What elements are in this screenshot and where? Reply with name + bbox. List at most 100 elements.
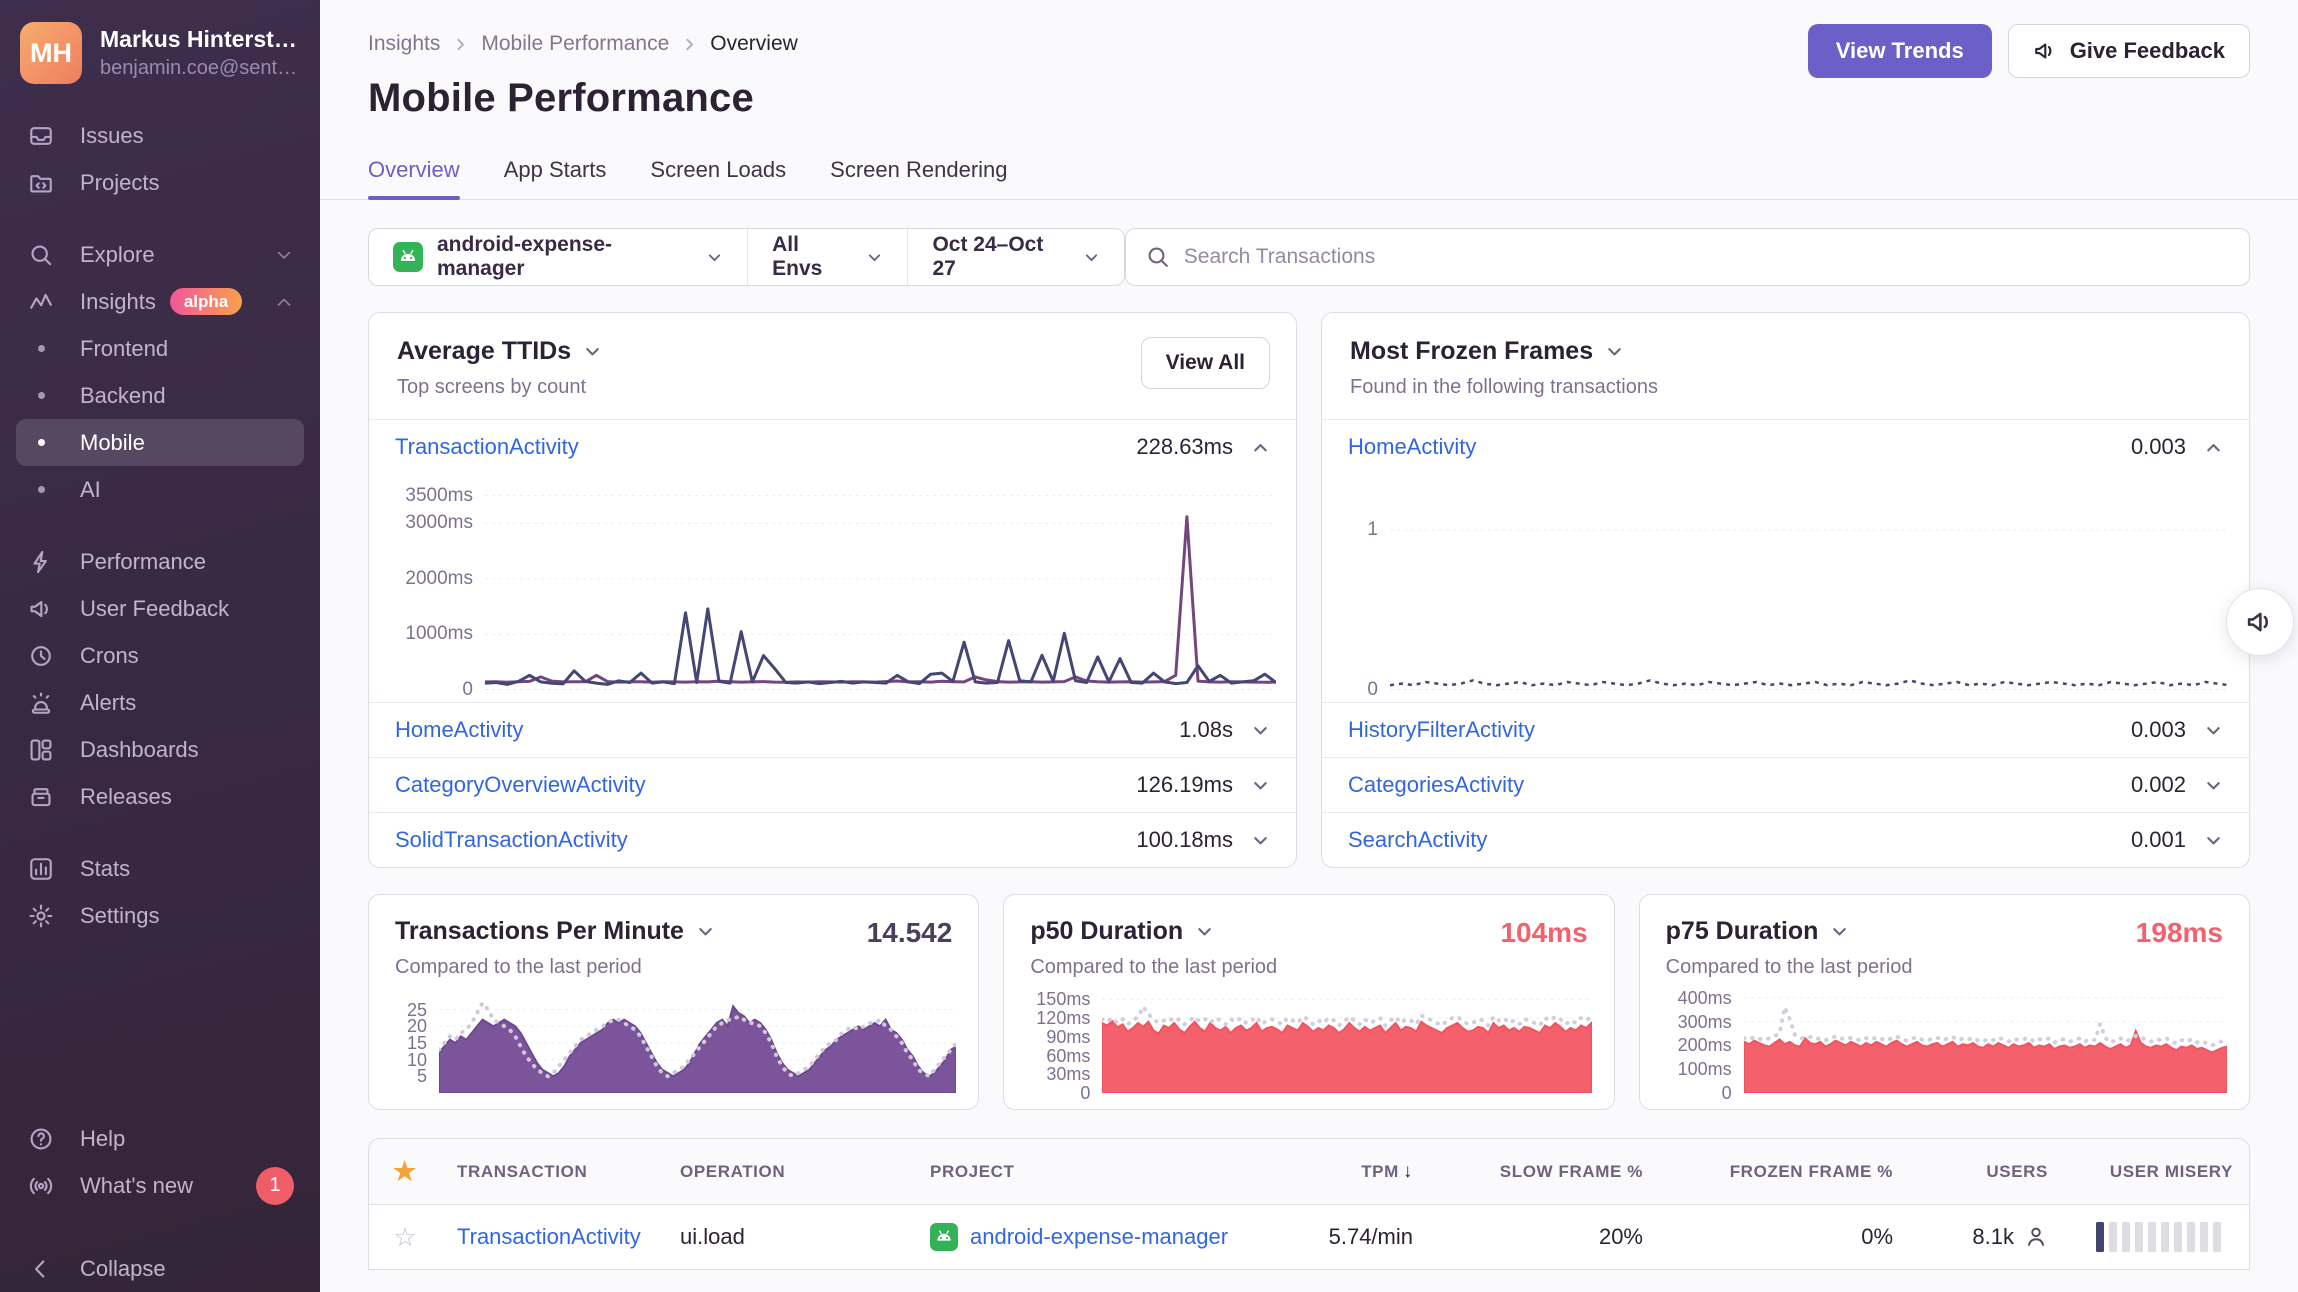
chevron-down-icon[interactable] (2204, 831, 2223, 850)
sidebar-item-label: Performance (80, 549, 206, 575)
sidebar-item-collapse[interactable]: Collapse (16, 1245, 304, 1292)
screen-value: 0.003 (2131, 717, 2186, 743)
sidebar-item-label: Issues (80, 123, 144, 149)
sidebar-item-label: Mobile (80, 430, 145, 456)
screen-link[interactable]: SearchActivity (1348, 827, 1487, 853)
sidebar-item-ai[interactable]: AI (16, 466, 304, 513)
give-feedback-button[interactable]: Give Feedback (2008, 24, 2250, 78)
column-header-operation[interactable]: OPERATION (664, 1162, 914, 1182)
average-ttids-panel: Average TTIDs Top screens by count View … (368, 312, 1297, 868)
user-email: benjamin.coe@sent… (100, 57, 297, 80)
screen-row: SearchActivity 0.001 (1322, 812, 2249, 867)
column-header-user-misery[interactable]: USER MISERY (2064, 1162, 2249, 1182)
sidebar-item-help[interactable]: Help (16, 1115, 304, 1162)
tab-app-starts[interactable]: App Starts (504, 157, 607, 199)
sidebar-item-issues[interactable]: Issues (16, 112, 304, 159)
sidebar-item-explore[interactable]: Explore (16, 231, 304, 278)
column-header-tpm[interactable]: TPM↓ (1264, 1161, 1429, 1183)
sidebar-item-label: Projects (80, 170, 159, 196)
tab-overview[interactable]: Overview (368, 157, 460, 199)
screen-link[interactable]: CategoryOverviewActivity (395, 772, 646, 798)
frozen-frame-cell: 0% (1659, 1224, 1909, 1250)
sidebar-nav: Issues Projects ExploreInsightsalphaFronte… (0, 108, 320, 1115)
p50-title[interactable]: p50 Duration (1030, 917, 1277, 946)
feedback-fab[interactable] (2226, 588, 2294, 656)
frozen-rows: HistoryFilterActivity 0.003 CategoriesAc… (1322, 702, 2249, 867)
screen-link[interactable]: HomeActivity (1348, 434, 1476, 460)
view-trends-button[interactable]: View Trends (1808, 24, 1992, 78)
screen-link[interactable]: SolidTransactionActivity (395, 827, 628, 853)
sidebar-item-label: Help (80, 1126, 125, 1152)
sidebar-item-label: AI (80, 477, 101, 503)
panel-title-label: p75 Duration (1666, 917, 1819, 946)
column-header-project[interactable]: PROJECT (914, 1162, 1264, 1182)
metric-panels: Transactions Per Minute Compared to the … (368, 894, 2250, 1110)
user-meta: Markus Hinterst… benjamin.coe@sent… (100, 26, 297, 80)
column-header-frozen-frame[interactable]: FROZEN FRAME % (1659, 1162, 1909, 1182)
alerts-icon (28, 690, 54, 716)
date-range-filter[interactable]: Oct 24–Oct 27 (907, 229, 1123, 285)
sidebar-item-settings[interactable]: Settings (16, 892, 304, 939)
sidebar-item-frontend[interactable]: Frontend (16, 325, 304, 372)
user-menu[interactable]: MH Markus Hinterst… benjamin.coe@sent… (0, 0, 320, 108)
tpm-title[interactable]: Transactions Per Minute (395, 917, 715, 946)
sidebar-item-stats[interactable]: Stats (16, 845, 304, 892)
p75-title[interactable]: p75 Duration (1666, 917, 1913, 946)
screen-link[interactable]: TransactionActivity (395, 434, 579, 460)
chevron-down-icon[interactable] (1251, 721, 1270, 740)
tab-screen-rendering[interactable]: Screen Rendering (830, 157, 1007, 199)
chevron-up-icon[interactable] (2204, 438, 2223, 457)
top-panels: Average TTIDs Top screens by count View … (368, 312, 2250, 868)
sidebar-item-what-s-new[interactable]: What's new1 (16, 1162, 304, 1209)
search-input[interactable] (1184, 245, 2229, 269)
sidebar: MH Markus Hinterst… benjamin.coe@sent… I… (0, 0, 320, 1292)
view-all-button[interactable]: View All (1141, 337, 1270, 389)
sidebar-item-mobile[interactable]: Mobile (16, 419, 304, 466)
project-link[interactable]: android-expense-manager (914, 1223, 1264, 1251)
sidebar-item-alerts[interactable]: Alerts (16, 679, 304, 726)
ttid-chart: 3500ms3000ms2000ms1000ms0 (369, 474, 1296, 702)
screen-link[interactable]: HistoryFilterActivity (1348, 717, 1535, 743)
sidebar-item-user-feedback[interactable]: User Feedback (16, 585, 304, 632)
sidebar-item-crons[interactable]: Crons (16, 632, 304, 679)
transactions-table: ★TRANSACTIONOPERATIONPROJECTTPM↓SLOW FRA… (368, 1138, 2250, 1270)
page-header: Insights Mobile Performance Overview Vie… (320, 0, 2298, 121)
breadcrumb-overview: Overview (710, 32, 798, 56)
chevron-down-icon (1195, 922, 1214, 941)
star-outline-icon[interactable]: ☆ (369, 1222, 441, 1253)
breadcrumb-mobile-performance[interactable]: Mobile Performance (481, 32, 669, 56)
releases-icon (28, 784, 54, 810)
chevron-up-icon[interactable] (1251, 438, 1270, 457)
sidebar-item-dashboards[interactable]: Dashboards (16, 726, 304, 773)
screen-link[interactable]: CategoriesActivity (1348, 772, 1524, 798)
chevron-down-icon[interactable] (1251, 831, 1270, 850)
sidebar-item-performance[interactable]: Performance (16, 538, 304, 585)
sidebar-item-projects[interactable]: Projects (16, 159, 304, 206)
sidebar-item-backend[interactable]: Backend (16, 372, 304, 419)
screen-link[interactable]: HomeActivity (395, 717, 523, 743)
column-header-slow-frame[interactable]: SLOW FRAME % (1429, 1162, 1659, 1182)
column-header-users[interactable]: USERS (1909, 1162, 2064, 1182)
panel-subtitle: Compared to the last period (1030, 956, 1277, 979)
project-filter[interactable]: android-expense-manager (369, 229, 747, 285)
help-icon (28, 1126, 54, 1152)
breadcrumb-insights[interactable]: Insights (368, 32, 440, 56)
transaction-link[interactable]: TransactionActivity (457, 1224, 641, 1249)
tab-screen-loads[interactable]: Screen Loads (650, 157, 786, 199)
column-header-transaction[interactable]: TRANSACTION (441, 1162, 664, 1182)
star-icon[interactable]: ★ (369, 1156, 441, 1187)
environment-filter[interactable]: All Envs (747, 229, 907, 285)
search-box (1125, 228, 2250, 286)
sidebar-item-insights[interactable]: Insightsalpha (16, 278, 304, 325)
megaphone-icon (2245, 607, 2275, 637)
bullet-icon (28, 486, 54, 493)
chevron-down-icon[interactable] (1251, 776, 1270, 795)
sort-desc-icon: ↓ (1403, 1161, 1413, 1182)
chevron-down-icon[interactable] (2204, 721, 2223, 740)
most-frozen-frames-title[interactable]: Most Frozen Frames (1350, 337, 2221, 366)
table-row: ☆TransactionActivityui.load android-expe… (369, 1205, 2249, 1269)
average-ttids-title[interactable]: Average TTIDs (397, 337, 1268, 366)
ttid-rows: HomeActivity 1.08s CategoryOverviewActiv… (369, 702, 1296, 867)
chevron-down-icon[interactable] (2204, 776, 2223, 795)
sidebar-item-releases[interactable]: Releases (16, 773, 304, 820)
